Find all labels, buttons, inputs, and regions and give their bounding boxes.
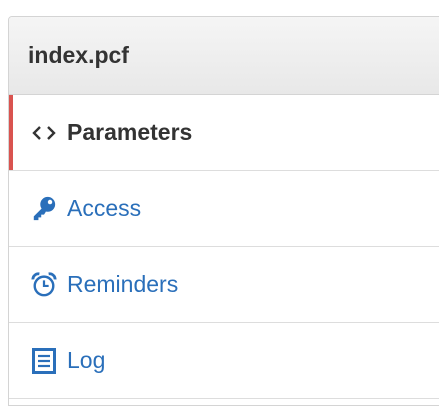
alarm-clock-icon [31,271,57,298]
sidebar-panel: index.pcf Parameters Access Reminders Lo… [8,16,439,406]
list-document-icon [31,347,57,374]
nav-item-label: Reminders [67,271,179,297]
nav-item-label: Access [67,195,142,221]
panel-heading: index.pcf [9,17,439,95]
nav-item-reminders[interactable]: Reminders [9,247,439,323]
key-icon [31,196,57,222]
nav-item-label: Log [67,347,106,373]
code-icon [31,120,57,146]
nav-item-label: Parameters [67,119,193,145]
nav-item-log[interactable]: Log [9,323,439,399]
panel-title: index.pcf [28,42,129,68]
nav-item-parameters[interactable]: Parameters [9,95,439,171]
nav-item-access[interactable]: Access [9,171,439,247]
